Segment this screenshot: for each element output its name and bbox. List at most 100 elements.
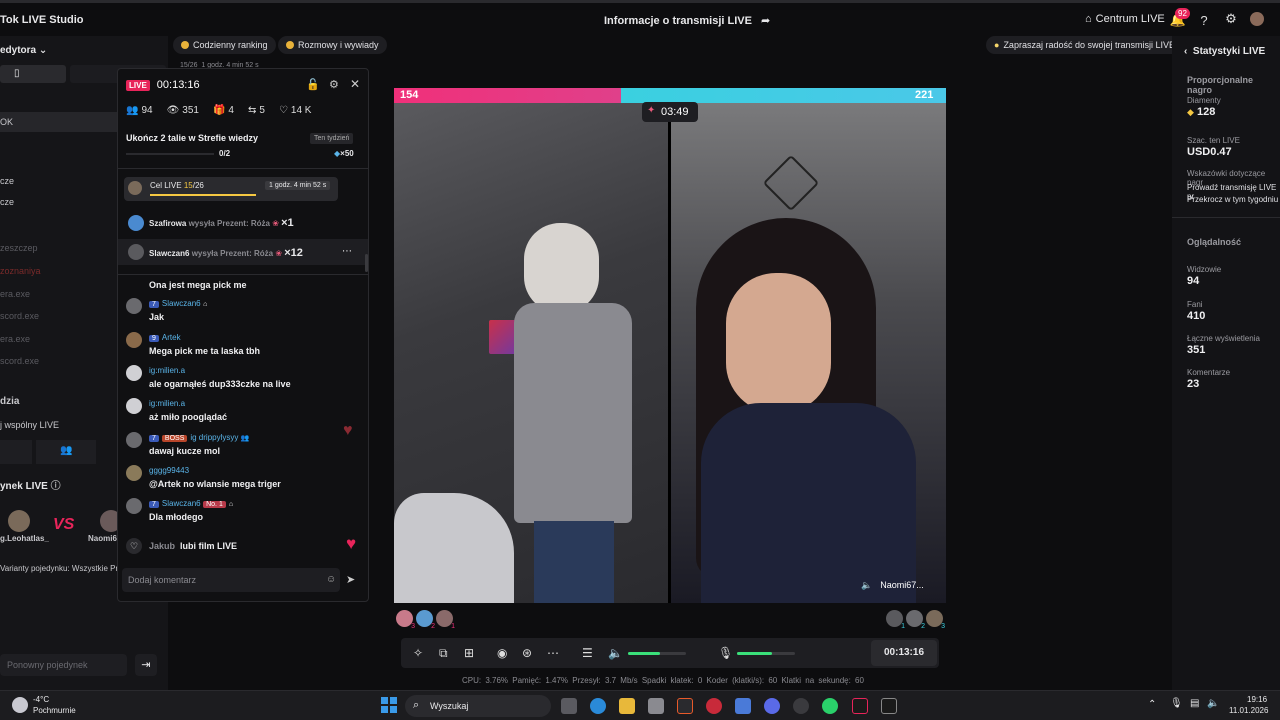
source-item[interactable]: zoznaniya	[0, 266, 41, 276]
chat-message[interactable]: 7 BOSS ig drippylysyy 👥 dawaj kucze mol	[126, 432, 362, 456]
crop-icon[interactable]: ⧉	[439, 646, 448, 661]
comment-input[interactable]: Dodaj komentarz ☺	[122, 568, 340, 592]
mic-slider[interactable]	[737, 652, 795, 655]
supporter-avatar[interactable]: 3	[396, 610, 415, 630]
spotify-icon[interactable]	[822, 698, 838, 714]
mixer-icon[interactable]: ☰	[582, 646, 593, 660]
battle-avatar-left	[8, 510, 30, 532]
close-icon[interactable]: ✕	[350, 77, 360, 91]
help-icon[interactable]: ?	[1197, 13, 1211, 28]
source-item[interactable]: era.exe	[0, 334, 30, 344]
more-icon[interactable]: ⋯	[547, 646, 559, 660]
clock-date[interactable]: 11.01.2026	[1229, 706, 1268, 715]
more-icon[interactable]: ⋯	[342, 246, 352, 257]
opponent-name-label[interactable]: 🔈 Naomi67...	[861, 580, 924, 591]
record-icon[interactable]: ◉	[497, 646, 507, 660]
source-item[interactable]: era.exe	[0, 289, 30, 299]
rematch-button[interactable]: Ponowny pojedynek	[0, 654, 127, 676]
lock-icon[interactable]: 🔓	[306, 78, 320, 91]
gift-row[interactable]: Slawczan6 wysyła Prezent: Róża ❀ ×12 ⋯	[118, 239, 368, 265]
chat-ranking-pill[interactable]: Rozmowy i wywiady	[278, 36, 387, 54]
exit-icon[interactable]: ⇥	[135, 654, 157, 676]
avatar[interactable]	[1250, 12, 1264, 26]
daily-ranking-pill[interactable]: Codzienny ranking	[173, 36, 276, 54]
source-item[interactable]: cze	[0, 197, 14, 207]
section-title: dzia	[0, 396, 20, 407]
scrollbar[interactable]	[365, 254, 368, 272]
chat-message[interactable]: ig:milien.a aż miło pooglądać	[126, 398, 362, 422]
portrait-toggle[interactable]: ▯	[0, 65, 66, 83]
emoji-icon[interactable]: ☺	[326, 574, 336, 585]
share-icon[interactable]: ➦	[761, 15, 770, 27]
volume-icon[interactable]: 🔈	[608, 646, 623, 660]
live-goal-card[interactable]: Cel LIVE 15/26 1 godz. 4 min 52 s	[124, 177, 338, 201]
supporter-avatar[interactable]: 2	[906, 610, 925, 630]
windows-start-icon[interactable]	[381, 697, 397, 713]
camera-icon[interactable]: ⊛	[522, 646, 532, 660]
opponent-camera	[671, 103, 946, 603]
trophy-icon	[286, 41, 294, 49]
speaker-icon[interactable]: 🔈	[861, 580, 872, 590]
chat-panel: LIVE 00:13:16 🔓 ⚙ ✕ 👥 94 👁 351 🎁 4 ⇆ 5 ♡ 14 K…	[117, 68, 369, 602]
epic-games-icon[interactable]	[881, 698, 897, 714]
chat-message[interactable]: 9 Artek Mega pick me ta laska tbh	[126, 332, 362, 356]
tray-chevron-icon[interactable]: ⌃	[1148, 699, 1156, 710]
source-item[interactable]: zeszczep	[0, 243, 38, 253]
username: Jakub	[149, 541, 176, 551]
quest-card[interactable]: Ukończ 2 talie w Strefie wiedzy Ten tydz…	[118, 127, 368, 163]
apps-grid-icon[interactable]	[735, 698, 751, 714]
invite-pill[interactable]: ● Zapraszaj radość do swojej transmisji L…	[986, 36, 1184, 54]
volume-tray-icon[interactable]: 🔈	[1207, 698, 1219, 709]
supporter-avatar[interactable]: 2	[416, 610, 435, 630]
weather-icon[interactable]	[12, 697, 28, 713]
chat-message[interactable]: 7 Slawczan6 ⌂ Jak	[126, 298, 362, 322]
stats-title[interactable]: ‹ Statystyki LIVE	[1184, 46, 1265, 57]
taskbar-search[interactable]: ⌕ Wyszukaj	[405, 695, 551, 717]
live-info-title[interactable]: Informacje o transmisji LIVE ➦	[604, 14, 770, 27]
task-view-icon[interactable]	[561, 698, 577, 714]
supporter-avatar[interactable]: 3	[926, 610, 945, 630]
supporter-avatar[interactable]: 1	[436, 610, 455, 630]
settings-icon[interactable]: ⚙	[329, 78, 339, 91]
chat-message[interactable]: gggg99443 @Artek no wlansie mega triger	[126, 465, 362, 489]
app-icon[interactable]	[677, 698, 693, 714]
gift-row[interactable]: Szafirowa wysyła Prezent: Róża ❀ ×1	[118, 209, 368, 235]
info-icon[interactable]: ⓘ	[51, 481, 61, 492]
source-item[interactable]: scord.exe	[0, 311, 39, 321]
source-item[interactable]: OK	[0, 117, 13, 127]
clock-time[interactable]: 19:16	[1247, 695, 1267, 704]
shared-live-item[interactable]: j wspólny LIVE	[0, 420, 59, 430]
volume-slider[interactable]	[628, 652, 686, 655]
send-icon[interactable]: ➤	[346, 573, 355, 586]
source-item[interactable]: cze	[0, 176, 14, 186]
chat-message[interactable]: Ona jest mega pick me	[126, 280, 362, 290]
add-source-icon[interactable]: ⊞	[464, 646, 474, 660]
edge-icon[interactable]	[590, 698, 606, 714]
tool-button[interactable]: 👥	[36, 440, 96, 464]
magic-wand-icon[interactable]: ✧	[413, 646, 423, 660]
mic-tray-icon[interactable]: 🎙	[1170, 698, 1183, 709]
store-icon[interactable]	[648, 698, 664, 714]
supporter-avatar[interactable]: 1	[886, 610, 905, 630]
avatar	[126, 365, 142, 381]
battle-title: ynek LIVE ⓘ	[0, 481, 61, 492]
centrum-live-button[interactable]: ⌂ Centrum LIVE	[1085, 13, 1165, 25]
folder-icon[interactable]	[619, 698, 635, 714]
diamond-icon: ◆	[1187, 107, 1194, 117]
tiktok-icon[interactable]	[852, 698, 868, 714]
source-item[interactable]: scord.exe	[0, 356, 39, 366]
discord-icon[interactable]	[764, 698, 780, 714]
video-preview[interactable]: 154 221 ✦ 03:49 🔈 Naomi67...	[394, 88, 946, 603]
network-icon[interactable]: ▤	[1190, 698, 1199, 709]
mic-icon[interactable]: 🎙	[718, 646, 733, 660]
opera-icon[interactable]	[706, 698, 722, 714]
tool-button[interactable]	[0, 440, 32, 464]
shares-stat: ⇆ 5	[247, 105, 265, 116]
steam-icon[interactable]	[793, 698, 809, 714]
gear-icon[interactable]: ⚙	[1224, 11, 1238, 26]
battle-left-name: g.Leohatlas_	[0, 534, 49, 543]
editor-header[interactable]: edytora ⌄	[0, 45, 47, 56]
chat-message[interactable]: 7 Slawczan6 No. 1 ⌂ Dla młodego	[126, 498, 362, 522]
chat-message[interactable]: ig:milien.a ale ogarnąłeś dup333czke na …	[126, 365, 362, 389]
message-text: Ona jest mega pick me	[149, 280, 247, 290]
